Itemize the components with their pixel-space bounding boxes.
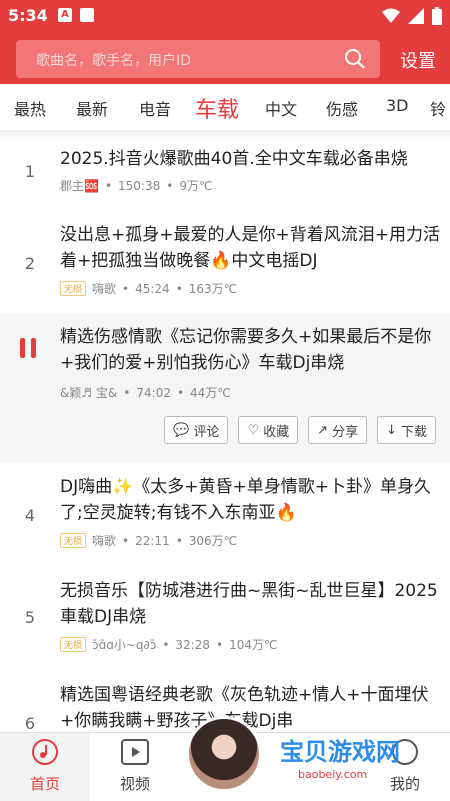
tab-car[interactable]: 车载: [195, 92, 239, 124]
app-notification-icon: A: [58, 8, 72, 22]
song-title: DJ嗨曲✨《太多+黄昏+单身情歌+卜卦》单身久了;空灵旋转;有钱不入东南亚🔥: [60, 477, 432, 523]
lossless-badge: 无损: [60, 533, 87, 548]
song-duration: 45:24: [135, 281, 170, 296]
nav-home-label: 首页: [29, 775, 60, 793]
search-input[interactable]: 歌曲名，歌手名，用户ID: [16, 40, 380, 78]
song-duration: 150:38: [118, 178, 161, 193]
tab-ringtone[interactable]: 铃: [430, 96, 446, 120]
song-actions: 💬 评论 ♡ 收藏 ↗ 分享 ↓ 下载: [164, 416, 436, 444]
share-icon: ↗: [317, 422, 329, 438]
search-placeholder: 歌曲名，歌手名，用户ID: [36, 53, 191, 69]
song-author: ɔ̄ɑ̄ɑ小~q∂ɔ̄: [92, 638, 157, 652]
song-plays: 9万℃: [179, 179, 213, 193]
watermark-title: 宝贝游戏网: [280, 738, 400, 766]
comment-icon: 💬: [173, 422, 190, 438]
pause-icon[interactable]: [20, 338, 36, 358]
square-notification-icon: [80, 8, 94, 22]
watermark: 宝贝游戏网 baobeiy.com: [270, 728, 440, 790]
watermark-url: baobeiy.com: [298, 768, 368, 781]
share-button[interactable]: ↗ 分享: [308, 416, 368, 444]
download-button[interactable]: ↓ 下载: [377, 416, 436, 444]
signal-icon: [408, 8, 424, 24]
list-item[interactable]: 2 没出息+孤身+最爱的人是你+背着风流泪+用力活着+把孤独当做晚餐🔥中文电摇D…: [0, 212, 450, 312]
song-plays: 44万℃: [190, 386, 231, 400]
settings-button[interactable]: 设置: [400, 47, 436, 73]
tab-new[interactable]: 最新: [76, 96, 108, 120]
song-author: 郡主🆘: [60, 179, 99, 193]
list-item[interactable]: 1 2025.抖音火爆歌曲40首.全中文车载必备串烧 郡主🆘 • 150:38 • …: [0, 138, 450, 202]
comment-button[interactable]: 💬 评论: [164, 416, 229, 444]
song-author: 嗨歌: [92, 534, 117, 548]
song-index: 5: [24, 608, 36, 627]
tab-chinese[interactable]: 中文: [265, 96, 297, 120]
download-icon: ↓: [386, 422, 397, 438]
category-tabs: 最热 最新 电音 车载 中文 伤感 3D 铃: [0, 84, 450, 130]
song-plays: 306万℃: [188, 534, 238, 548]
lossless-badge: 无损: [60, 281, 87, 296]
list-item[interactable]: 4 DJ嗨曲✨《太多+黄昏+单身情歌+卜卦》单身久了;空灵旋转;有钱不入东南亚🔥…: [0, 468, 450, 568]
status-time: 5:34: [8, 6, 48, 25]
song-duration: 22:11: [135, 533, 170, 548]
song-duration: 74:02: [136, 385, 171, 400]
now-playing-avatar[interactable]: [186, 716, 262, 792]
song-index: 1: [24, 162, 36, 181]
nav-home[interactable]: 首页: [0, 733, 90, 801]
song-title: 2025.抖音火爆歌曲40首.全中文车载必备串烧: [60, 149, 408, 169]
tab-hot[interactable]: 最热: [14, 96, 46, 120]
song-title: 无损音乐【防城港进行曲~黑街~乱世巨星】2025車载DJ串烧: [60, 581, 438, 627]
status-notification-icons: A: [58, 8, 94, 22]
song-meta: &颖♬ 宝& • 74:02 • 44万℃: [60, 385, 231, 401]
battery-icon: [432, 7, 442, 25]
song-duration: 32:28: [175, 637, 210, 652]
song-plays: 104万℃: [229, 638, 278, 652]
song-index: 4: [24, 506, 36, 525]
song-meta: 无损 ɔ̄ɑ̄ɑ小~q∂ɔ̄ • 32:28 • 104万℃: [60, 636, 277, 653]
nav-video-label: 视频: [119, 775, 150, 793]
music-note-icon: [32, 739, 58, 765]
list-item-playing[interactable]: 精选伤感情歌《忘记你需要多久+如果最后不是你+我们的爱+别怕我伤心》车载Dj串烧…: [0, 314, 450, 462]
song-index: 2: [24, 254, 36, 273]
lossless-badge: 无损: [60, 637, 87, 652]
tab-3d[interactable]: 3D: [386, 96, 409, 115]
heart-icon: ♡: [247, 422, 260, 438]
song-meta: 无损 嗨歌 • 45:24 • 163万℃: [60, 280, 237, 297]
song-author: &颖♬ 宝&: [60, 386, 118, 400]
song-meta: 无损 嗨歌 • 22:11 • 306万℃: [60, 532, 237, 549]
song-plays: 163万℃: [188, 282, 238, 296]
song-title: 精选国粤语经典老歌《灰色轨迹+情人+十面埋伏+你瞒我瞒+野孩子》车载Dj串: [60, 685, 429, 731]
tab-edm[interactable]: 电音: [139, 96, 171, 120]
status-system-icons: [382, 7, 442, 25]
tabs-divider: [0, 130, 450, 138]
status-bar: 5:34 A: [0, 0, 450, 32]
favorite-button[interactable]: ♡ 收藏: [238, 416, 299, 444]
song-title: 精选伤感情歌《忘记你需要多久+如果最后不是你+我们的爱+别怕我伤心》车载Dj串烧: [60, 327, 432, 373]
song-meta: 郡主🆘 • 150:38 • 9万℃: [60, 178, 213, 194]
song-index: 6: [24, 714, 36, 733]
video-icon: [121, 739, 149, 765]
song-author: 嗨歌: [92, 282, 117, 296]
search-icon[interactable]: [344, 48, 366, 70]
song-title: 没出息+孤身+最爱的人是你+背着风流泪+用力活着+把孤独当做晚餐🔥中文电摇DJ: [60, 225, 440, 271]
tab-sad[interactable]: 伤感: [326, 96, 358, 120]
wifi-icon: [382, 8, 400, 23]
list-item[interactable]: 5 无损音乐【防城港进行曲~黑街~乱世巨星】2025車载DJ串烧 无损 ɔ̄ɑ̄…: [0, 572, 450, 672]
nav-video[interactable]: 视频: [90, 739, 180, 794]
header: 歌曲名，歌手名，用户ID 设置: [0, 32, 450, 84]
